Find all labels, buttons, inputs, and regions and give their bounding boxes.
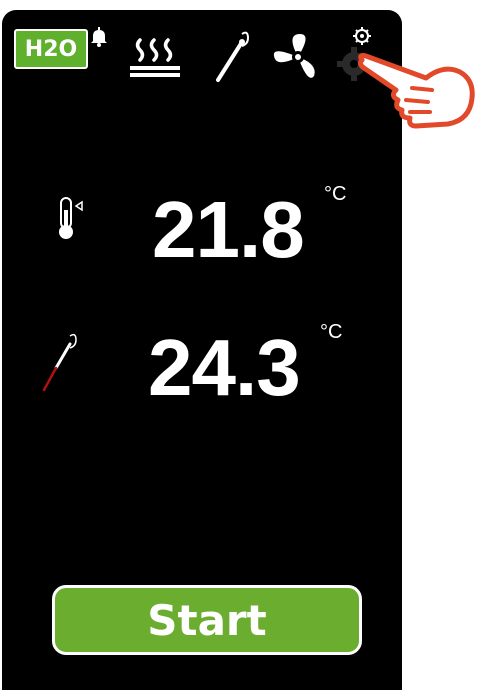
core-probe-unit: °C (320, 321, 343, 343)
core-probe-icon (42, 333, 77, 392)
temperature-unit: °C (324, 183, 347, 205)
start-button[interactable]: Start (52, 585, 362, 655)
core-probe-reading: 24.3 (148, 323, 301, 412)
bell-icon[interactable] (88, 26, 110, 48)
steam-heat-icon[interactable] (128, 36, 184, 80)
h2o-badge[interactable]: H2O (14, 29, 88, 69)
core-probe-icon[interactable] (212, 28, 252, 84)
pointing-hand-icon (357, 53, 475, 129)
fan-icon[interactable] (270, 32, 326, 82)
thermometer-icon (59, 197, 83, 239)
temperature-reading: 21.8 (152, 185, 305, 274)
h2o-label: H2O (24, 36, 78, 62)
start-button-label: Start (147, 595, 267, 645)
